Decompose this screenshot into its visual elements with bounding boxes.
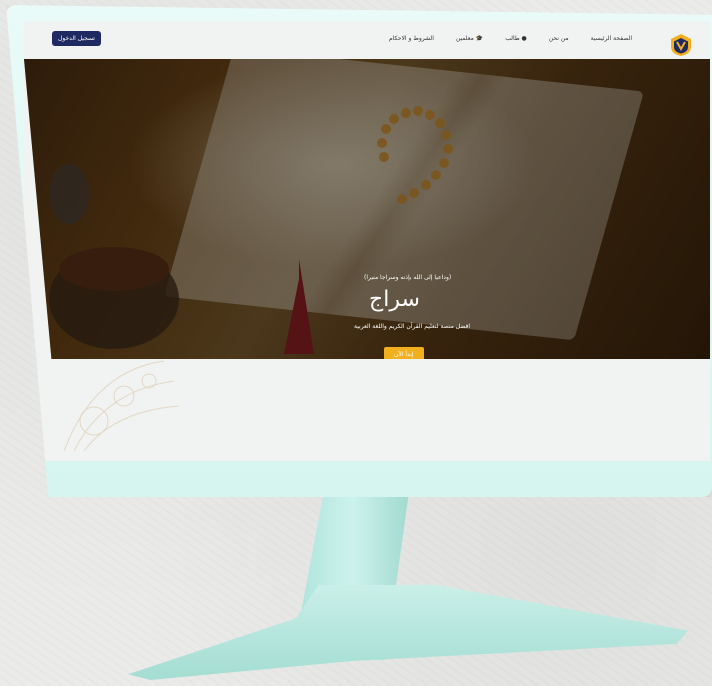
nav-student[interactable]: ● طالب [505, 35, 527, 42]
main-menu: الصفحة الرئيسية من نحن ● طالب 🎓 معلمين ا… [389, 35, 632, 42]
nav-teacher[interactable]: 🎓 معلمين [456, 35, 483, 42]
login-button[interactable]: تسجيل الدخول [52, 31, 101, 46]
nav-teacher-label: معلمين [455, 35, 474, 42]
monitor-frame: الصفحة الرئيسية من نحن ● طالب 🎓 معلمين ا… [6, 5, 712, 497]
nav-student-label: طالب [505, 35, 520, 42]
hero-title: سراج [369, 287, 420, 312]
hero-overlay [24, 59, 710, 359]
nav-about[interactable]: من نحن [549, 35, 569, 42]
start-now-button[interactable]: إبدأ الآن [384, 347, 424, 359]
website-screen: الصفحة الرئيسية من نحن ● طالب 🎓 معلمين ا… [24, 21, 710, 461]
nav-terms[interactable]: الشروط و الاحكام [389, 35, 434, 42]
nav-home[interactable]: الصفحة الرئيسية [591, 35, 632, 42]
siraj-logo-icon[interactable] [670, 33, 692, 57]
navbar: الصفحة الرئيسية من نحن ● طالب 🎓 معلمين ا… [24, 21, 710, 61]
floral-ornament-icon [63, 360, 180, 452]
hero-subtitle: افضل منصة لتعليم القرآن الكريم واللغة ال… [354, 323, 471, 330]
hero-tagline: (وداعيا إلى الله بإذنه وسراجا منيرا) [364, 274, 452, 281]
hero-banner: (وداعيا إلى الله بإذنه وسراجا منيرا) سرا… [24, 59, 710, 359]
graduation-cap-icon: 🎓 [475, 35, 484, 42]
user-icon: ● [521, 35, 527, 42]
